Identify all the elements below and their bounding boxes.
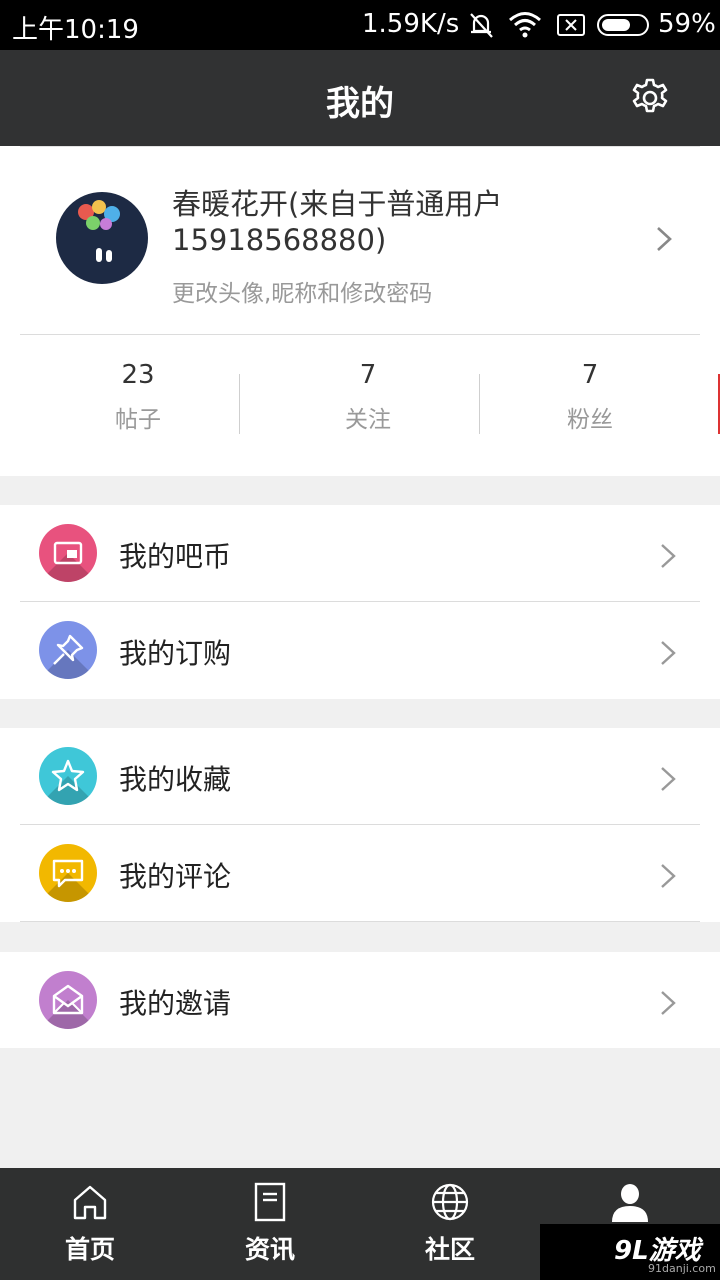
menu-item-comments[interactable]: 我的评论 — [0, 825, 720, 922]
status-bar: 上午10:19 1.59K/s 59% — [0, 0, 720, 50]
comment-icon — [39, 844, 97, 902]
edit-profile-hint[interactable]: 更改头像,昵称和修改密码 — [172, 274, 432, 308]
tab-label: 资讯 — [244, 1235, 295, 1264]
chevron-right-icon — [661, 641, 676, 665]
stat-value: 7 — [581, 360, 599, 390]
wifi-icon — [509, 12, 541, 38]
battery-icon — [597, 14, 649, 36]
chevron-right-icon — [661, 544, 676, 568]
watermark-logo: 9L游戏 91danji.com — [540, 1224, 720, 1280]
profile-card: 春暖花开(来自于普通用户15918568880) 更改头像,昵称和修改密码 23… — [0, 146, 720, 476]
stat-label: 帖子 — [115, 407, 161, 433]
stat-following[interactable]: 7 关注 — [248, 360, 488, 434]
app-header: 我的 — [0, 50, 720, 146]
menu-item-orders[interactable]: 我的订购 — [0, 602, 720, 699]
menu-item-favorites[interactable]: 我的收藏 — [0, 728, 720, 825]
menu-group: 我的吧币 我的订购 — [0, 505, 720, 699]
chevron-right-icon — [661, 864, 676, 888]
stat-value: 7 — [359, 360, 377, 390]
tab-label: 社区 — [424, 1235, 475, 1264]
envelope-icon — [39, 971, 97, 1029]
page-title: 我的 — [326, 84, 394, 124]
menu-item-invite[interactable]: 我的邀请 — [0, 952, 720, 1048]
menu-item-coins[interactable]: 我的吧币 — [0, 505, 720, 602]
stat-value: 23 — [121, 360, 155, 390]
mute-icon — [470, 13, 493, 38]
menu-item-label: 我的收藏 — [119, 763, 232, 796]
tab-community[interactable]: 社区 — [360, 1168, 540, 1280]
battery-percent: 59% — [658, 9, 716, 39]
person-icon — [612, 1184, 648, 1222]
star-icon — [39, 747, 97, 805]
tab-label: 首页 — [64, 1235, 115, 1264]
gear-icon[interactable] — [628, 76, 672, 120]
no-sim-icon — [557, 14, 585, 36]
menu-item-label: 我的订购 — [119, 637, 232, 670]
divider — [20, 921, 700, 922]
chevron-right-icon — [661, 767, 676, 791]
pin-icon — [39, 621, 97, 679]
stat-label: 关注 — [345, 407, 391, 433]
menu-group: 我的收藏 我的评论 — [0, 728, 720, 922]
document-icon — [254, 1182, 286, 1222]
stat-fans[interactable]: 7 粉丝 — [470, 360, 710, 434]
menu-item-label: 我的评论 — [119, 860, 232, 893]
tab-news[interactable]: 资讯 — [180, 1168, 360, 1280]
user-name[interactable]: 春暖花开(来自于普通用户15918568880) — [172, 186, 592, 258]
network-speed: 1.59K/s — [362, 9, 460, 39]
tab-home[interactable]: 首页 — [0, 1168, 180, 1280]
menu-group: 我的邀请 — [0, 952, 720, 1048]
wallet-icon — [39, 524, 97, 582]
stat-label: 粉丝 — [567, 407, 613, 433]
status-time: 上午10:19 — [12, 15, 139, 45]
avatar[interactable] — [56, 192, 148, 284]
menu-item-label: 我的邀请 — [119, 987, 232, 1020]
divider — [239, 374, 240, 434]
menu-item-label: 我的吧币 — [119, 540, 232, 573]
home-icon — [73, 1185, 107, 1220]
chevron-right-icon — [661, 991, 676, 1015]
chevron-right-icon[interactable] — [652, 224, 676, 254]
divider — [20, 334, 700, 335]
watermark-url: 91danji.com — [648, 1262, 716, 1275]
globe-icon — [431, 1183, 469, 1221]
stat-posts[interactable]: 23 帖子 — [18, 360, 258, 434]
divider — [20, 146, 700, 147]
